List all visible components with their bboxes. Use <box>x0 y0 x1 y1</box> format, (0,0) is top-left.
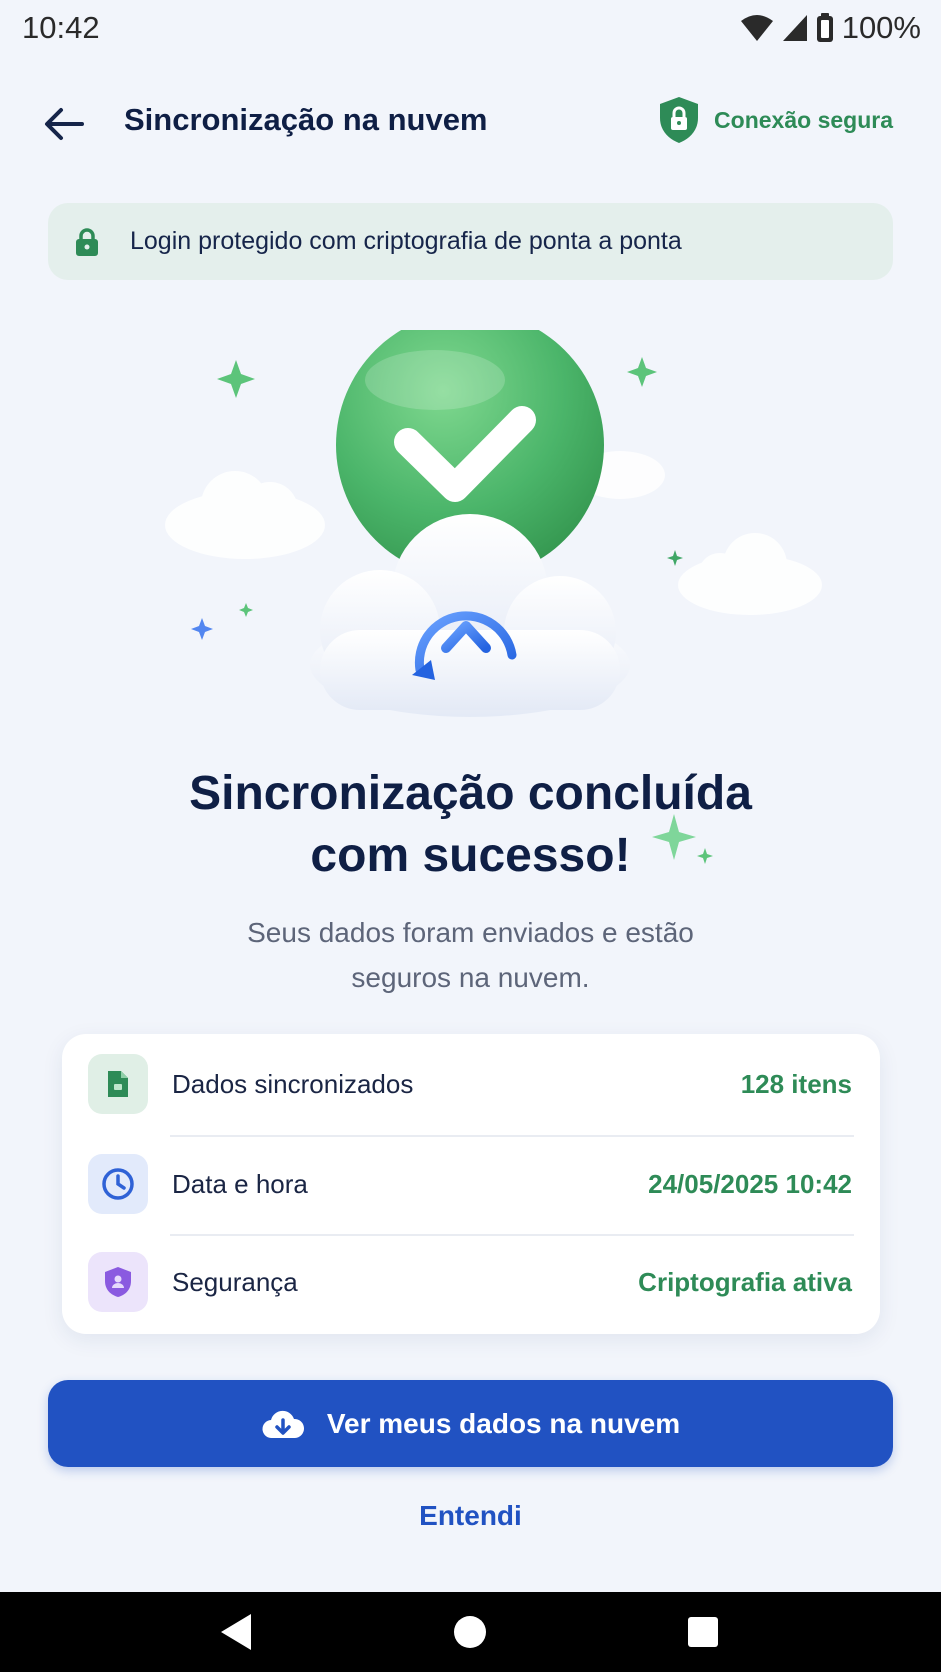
encryption-banner-text: Login protegido com criptografia de pont… <box>130 227 682 255</box>
sparkle-icon <box>239 603 253 617</box>
back-button[interactable] <box>36 96 92 152</box>
secure-connection-indicator: Conexão segura <box>658 96 893 144</box>
background-cloud-left <box>165 471 325 559</box>
sparkle-icon <box>627 357 657 387</box>
sparkle-icon <box>652 814 713 864</box>
sparkle-icon <box>217 360 255 398</box>
success-subtitle-line1: Seus dados foram enviados e estão <box>247 917 694 948</box>
encryption-banner: Login protegido com criptografia de pont… <box>48 203 893 280</box>
success-title: Sincronização concluída com sucesso! <box>0 763 941 887</box>
signal-icon <box>782 15 807 41</box>
sparkle-icon <box>667 550 683 566</box>
sync-success-illustration <box>165 330 822 717</box>
detail-value: 128 itens <box>740 1068 852 1099</box>
shield-user-icon <box>88 1252 148 1312</box>
document-icon <box>88 1054 148 1114</box>
detail-row-data: Dados sincronizados 128 itens <box>62 1036 880 1132</box>
detail-label: Segurança <box>172 1266 298 1297</box>
detail-value: 24/05/2025 10:42 <box>648 1168 852 1199</box>
clock-icon <box>88 1154 148 1214</box>
page-title: Sincronização na nuvem <box>124 102 488 137</box>
nav-home-icon[interactable] <box>448 1610 492 1654</box>
detail-label: Data e hora <box>172 1168 308 1199</box>
status-icons: 100% <box>740 10 921 46</box>
arrow-left-icon <box>45 108 84 140</box>
success-subtitle: Seus dados foram enviados e estão seguro… <box>0 910 941 1000</box>
cloud-download-icon <box>262 1410 304 1438</box>
detail-row-datetime: Data e hora 24/05/2025 10:42 <box>62 1136 880 1232</box>
success-title-line1: Sincronização concluída <box>189 767 752 820</box>
success-title-line2: com sucesso! <box>310 829 631 882</box>
background-cloud-right <box>678 533 822 615</box>
sync-details-card: Dados sincronizados 128 itens Data e hor… <box>62 1034 880 1334</box>
detail-value: Criptografia ativa <box>638 1266 852 1297</box>
wifi-icon <box>740 15 773 41</box>
battery-percent: 100% <box>841 10 921 45</box>
sparkle-icon <box>191 618 213 640</box>
nav-recents-icon[interactable] <box>681 1610 725 1654</box>
success-subtitle-line2: seguros na nuvem. <box>351 962 590 993</box>
detail-row-security: Segurança Criptografia ativa <box>62 1234 880 1330</box>
system-navigation-bar <box>0 1592 941 1672</box>
shield-lock-icon <box>660 97 699 143</box>
secure-connection-label: Conexão segura <box>714 106 893 133</box>
view-cloud-data-button[interactable]: Ver meus dados na nuvem <box>48 1380 893 1467</box>
battery-icon <box>816 13 833 42</box>
understood-button[interactable]: Entendi <box>0 1500 941 1532</box>
view-cloud-data-label: Ver meus dados na nuvem <box>326 1407 681 1439</box>
lock-icon <box>76 227 98 256</box>
nav-back-icon[interactable] <box>215 1610 259 1654</box>
status-time: 10:42 <box>22 10 100 45</box>
detail-label: Dados sincronizados <box>172 1068 414 1099</box>
